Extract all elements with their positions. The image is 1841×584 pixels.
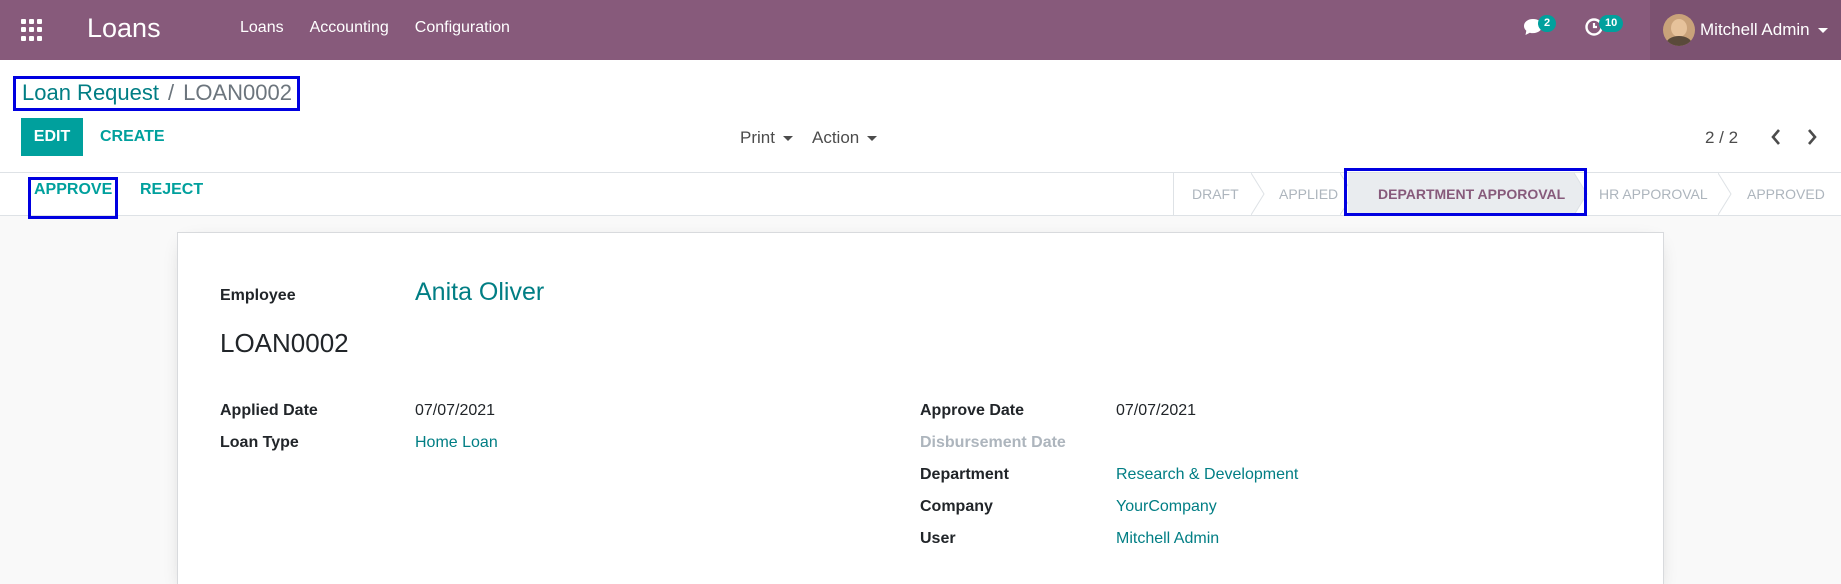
stage-hr-approval[interactable]: HR APPOROVAL bbox=[1599, 173, 1708, 215]
main-menu: Loans Accounting Configuration bbox=[240, 19, 510, 37]
user-link[interactable]: Mitchell Admin bbox=[1116, 530, 1219, 548]
stage-arrow bbox=[1251, 173, 1265, 215]
app-title: Loans bbox=[87, 13, 161, 43]
status-bar: APPROVE REJECT DRAFT APPLIED DEPARTMENT … bbox=[0, 168, 1841, 219]
reject-button[interactable]: REJECT bbox=[140, 181, 203, 199]
breadcrumb-current: LOAN0002 bbox=[183, 80, 292, 105]
stage-approved[interactable]: APPROVED bbox=[1747, 173, 1825, 215]
stage-draft[interactable]: DRAFT bbox=[1192, 173, 1239, 215]
department-link[interactable]: Research & Development bbox=[1116, 466, 1298, 484]
print-label: Print bbox=[740, 128, 775, 147]
disbursement-date-label: Disbursement Date bbox=[920, 434, 1066, 451]
record-name: LOAN0002 bbox=[220, 328, 349, 358]
control-panel: Loan Request / LOAN0002 EDIT CREATE Prin… bbox=[0, 60, 1841, 172]
pager-previous-icon[interactable] bbox=[1770, 127, 1782, 150]
stage-arrow bbox=[1718, 173, 1732, 215]
activities-badge: 10 bbox=[1599, 15, 1624, 32]
pager-next-icon[interactable] bbox=[1806, 127, 1818, 150]
create-button[interactable]: CREATE bbox=[100, 128, 165, 146]
messages-badge: 2 bbox=[1538, 15, 1557, 32]
messages-button[interactable]: 2 bbox=[1522, 15, 1557, 38]
company-link[interactable]: YourCompany bbox=[1116, 498, 1217, 516]
avatar bbox=[1663, 14, 1695, 46]
breadcrumb-parent-link[interactable]: Loan Request bbox=[22, 80, 159, 106]
chevron-down-icon bbox=[782, 135, 793, 141]
employee-link[interactable]: Anita Oliver bbox=[415, 278, 544, 307]
applied-date-value: 07/07/2021 bbox=[415, 402, 496, 419]
stage-divider bbox=[1173, 173, 1174, 215]
stage-applied[interactable]: APPLIED bbox=[1279, 173, 1338, 215]
loan-type-link[interactable]: Home Loan bbox=[415, 434, 498, 452]
user-label: User bbox=[920, 530, 956, 547]
loan-type-label: Loan Type bbox=[220, 434, 299, 451]
employee-label: Employee bbox=[220, 287, 296, 304]
department-approval-highlight bbox=[1344, 168, 1587, 216]
department-label: Department bbox=[920, 466, 1009, 483]
user-name: Mitchell Admin bbox=[1700, 20, 1810, 39]
print-dropdown[interactable]: Print bbox=[740, 128, 793, 148]
approve-button[interactable]: APPROVE bbox=[34, 181, 112, 199]
breadcrumb-separator: / bbox=[168, 80, 175, 105]
top-navbar: Loans Loans Accounting Configuration 2 1… bbox=[0, 0, 1841, 60]
menu-item-accounting[interactable]: Accounting bbox=[310, 19, 389, 37]
menu-item-configuration[interactable]: Configuration bbox=[415, 19, 510, 37]
breadcrumb: Loan Request / LOAN0002 bbox=[13, 76, 300, 111]
menu-item-loans[interactable]: Loans bbox=[240, 19, 284, 37]
applied-date-label: Applied Date bbox=[220, 402, 318, 419]
pager-value[interactable]: 2 / 2 bbox=[1705, 128, 1738, 148]
activities-button[interactable]: 10 bbox=[1584, 15, 1624, 38]
apps-grid-icon[interactable] bbox=[20, 18, 44, 42]
company-label: Company bbox=[920, 498, 993, 515]
action-dropdown[interactable]: Action bbox=[812, 128, 878, 148]
approve-date-value: 07/07/2021 bbox=[1116, 402, 1197, 419]
action-label: Action bbox=[812, 128, 860, 147]
user-menu[interactable]: Mitchell Admin bbox=[1650, 0, 1841, 60]
approve-date-label: Approve Date bbox=[920, 402, 1025, 419]
edit-button[interactable]: EDIT bbox=[21, 118, 83, 156]
chevron-down-icon bbox=[867, 135, 878, 141]
chevron-down-icon bbox=[1817, 27, 1828, 33]
form-sheet: Employee Anita Oliver LOAN0002 Applied D… bbox=[177, 232, 1664, 584]
